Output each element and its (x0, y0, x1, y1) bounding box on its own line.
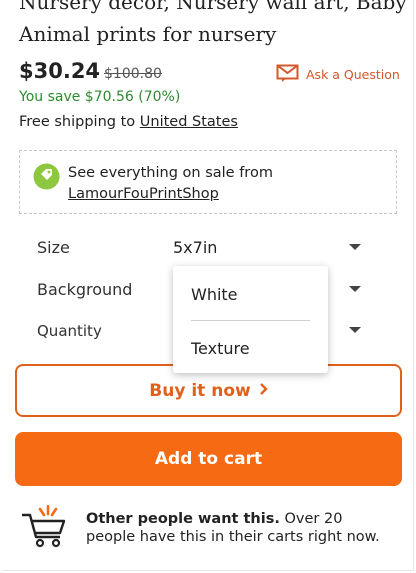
dropdown-option-white[interactable]: White (191, 285, 238, 304)
savings-text: You save $70.56 (70%) (19, 89, 181, 105)
dropdown-divider (191, 320, 310, 321)
sale-banner: See everything on sale from LamourFouPri… (19, 150, 397, 214)
dropdown-option-texture[interactable]: Texture (191, 339, 250, 358)
shipping-prefix: Free shipping to (19, 114, 136, 130)
cart-icon (20, 504, 70, 554)
background-chevron-down-icon[interactable] (349, 286, 361, 292)
shipping-destination-link[interactable]: United States (140, 114, 238, 130)
size-select-value[interactable]: 5x7in (173, 238, 217, 257)
ask-question-label: Ask a Question (306, 67, 400, 82)
social-proof-bold: Other people want this. (86, 511, 280, 527)
background-label: Background (37, 280, 133, 299)
original-price: $100.80 (104, 66, 162, 82)
sale-banner-text: See everything on sale from (68, 165, 273, 181)
chevron-right-icon (259, 381, 268, 401)
ask-question-link[interactable]: Ask a Question (276, 64, 400, 85)
add-to-cart-label: Add to cart (154, 449, 263, 469)
background-dropdown-menu: White Texture (173, 266, 328, 373)
social-proof-text: Other people want this. Over 20 people h… (86, 510, 396, 546)
size-chevron-down-icon[interactable] (349, 244, 361, 250)
listing-title: Nursery decor, Nursery wall art, Baby An… (19, 0, 407, 46)
size-label: Size (37, 238, 70, 257)
add-to-cart-button[interactable]: Add to cart (15, 432, 402, 486)
shop-name-link[interactable]: LamourFouPrintShop (68, 186, 219, 202)
mail-icon (276, 64, 299, 85)
buy-it-now-label: Buy it now (149, 380, 251, 401)
shipping-info: Free shipping to United States (19, 114, 238, 130)
quantity-chevron-down-icon[interactable] (349, 327, 361, 333)
tag-icon (33, 163, 60, 194)
quantity-label: Quantity (37, 322, 102, 340)
current-price: $30.24 (19, 59, 101, 83)
